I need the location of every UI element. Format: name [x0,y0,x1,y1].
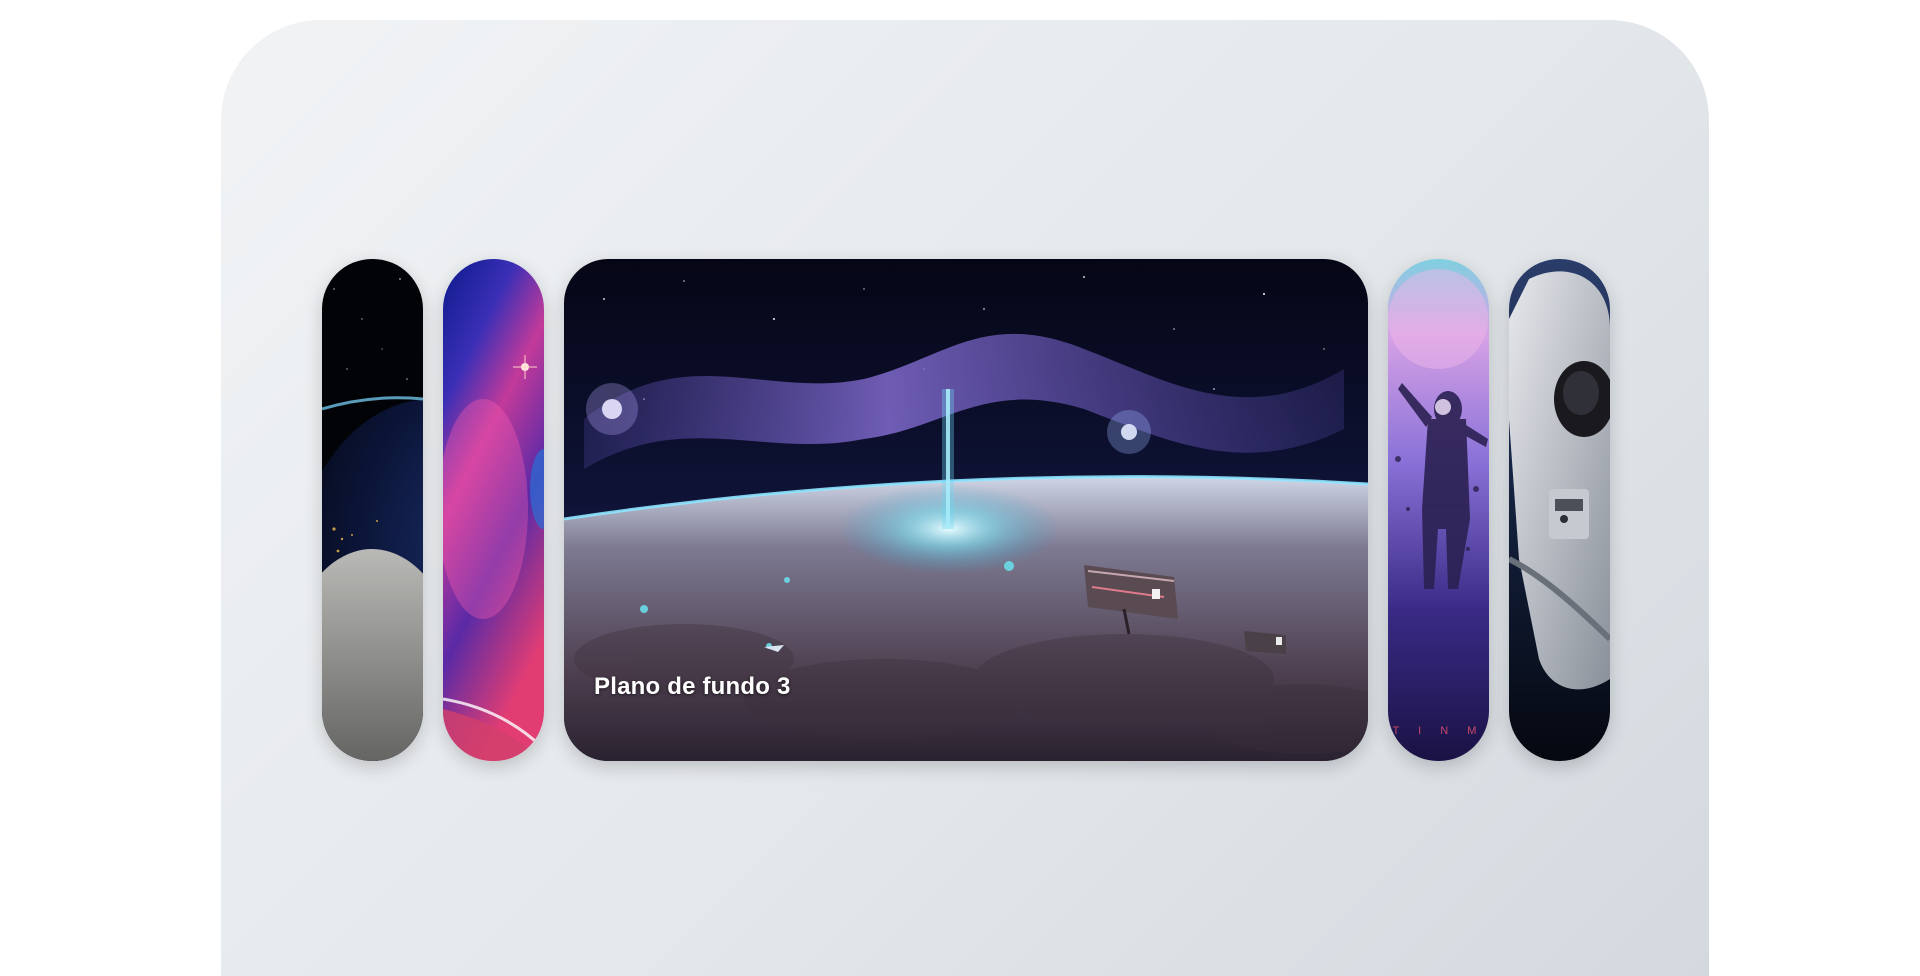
slide-5-astronaut-closeup[interactable] [1509,259,1610,761]
slide-1-earth-moon[interactable] [322,259,423,761]
astronaut-closeup-icon [1509,259,1610,761]
slide-2-nebula[interactable] [443,259,544,761]
floating-astronaut-icon [1388,259,1489,761]
slide-3-spaceships-active[interactable]: Plano de fundo 3 [564,259,1368,761]
earth-moon-icon [322,259,423,761]
spaceship-small [1244,631,1286,654]
slide-title: Plano de fundo 3 [594,673,791,700]
slider-container: Plano de fundo 3 T I N M [221,20,1709,976]
nebula-icon [443,259,544,761]
artist-credit: T I N M [1392,725,1485,737]
slide-4-floating-astronaut[interactable]: T I N M [1388,259,1489,761]
